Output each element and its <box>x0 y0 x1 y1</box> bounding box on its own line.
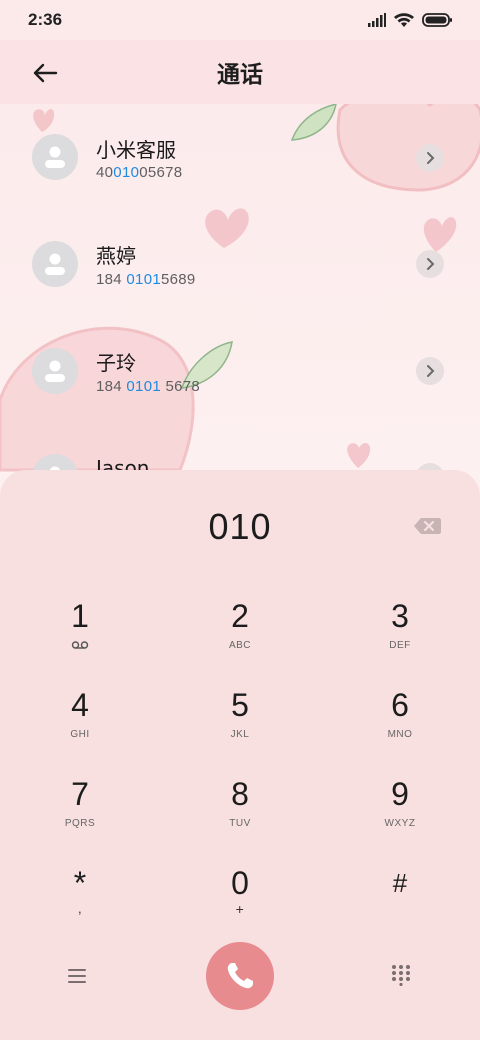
key-letters: , <box>77 901 83 916</box>
avatar <box>32 134 78 180</box>
key-letters: TUV <box>229 818 251 829</box>
avatar <box>32 241 78 287</box>
key-letters: + <box>235 901 245 917</box>
key-digit: # <box>392 868 408 898</box>
contact-row[interactable]: 子玲 184 0101 5678 <box>0 316 480 422</box>
backspace-icon <box>414 518 441 534</box>
battery-icon <box>422 13 452 27</box>
key-digit: 6 <box>391 687 409 723</box>
contact-search-results: 小米客服 4001005678 燕婷 184 01015689 子玲 184 0… <box>0 104 480 470</box>
menu-icon <box>68 969 86 983</box>
avatar <box>32 454 78 470</box>
arrow-left-icon <box>33 63 58 83</box>
key-digit: * <box>73 865 87 901</box>
phone-icon <box>227 963 253 989</box>
menu-button[interactable] <box>66 966 90 986</box>
key-digit: 3 <box>391 598 409 634</box>
contact-detail-button[interactable] <box>416 463 444 470</box>
status-bar: 2:36 <box>0 0 480 40</box>
back-button[interactable] <box>28 56 62 90</box>
contact-row[interactable]: 小米客服 4001005678 <box>0 104 480 210</box>
key-7[interactable]: 7 PQRS <box>20 776 140 856</box>
voicemail-icon <box>71 641 89 649</box>
contact-detail-button[interactable] <box>416 250 444 278</box>
call-button[interactable] <box>206 942 274 1010</box>
contact-number: 184 01015689 <box>96 271 196 288</box>
key-0[interactable]: 0 + <box>180 865 300 945</box>
key-4[interactable]: 4 GHI <box>20 687 140 767</box>
contact-row[interactable]: 燕婷 184 01015689 <box>0 210 480 316</box>
contact-name: 燕婷 <box>96 244 136 268</box>
signal-icon <box>368 13 386 27</box>
person-icon <box>45 360 65 382</box>
key-letters: ABC <box>228 640 252 651</box>
chevron-right-icon <box>427 365 435 377</box>
contact-detail-button[interactable] <box>416 357 444 385</box>
contact-name: 小米客服 <box>96 138 176 162</box>
key-star[interactable]: * , <box>20 865 140 945</box>
contact-number: 4001005678 <box>96 164 183 181</box>
key-8[interactable]: 8 TUV <box>180 776 300 856</box>
key-letters <box>71 640 89 652</box>
status-icons <box>368 12 452 28</box>
chevron-right-icon <box>427 152 435 164</box>
key-digit: 5 <box>231 687 249 723</box>
key-letters: MNO <box>387 729 413 740</box>
key-letters: DEF <box>389 640 411 651</box>
person-icon <box>45 146 65 168</box>
app-header: 通话 <box>0 40 480 104</box>
contact-row[interactable]: Jason <box>0 422 480 470</box>
keypad-icon <box>392 965 410 987</box>
key-digit: 1 <box>71 598 89 634</box>
key-hash[interactable]: # <box>340 865 460 945</box>
key-3[interactable]: 3 DEF <box>340 598 460 678</box>
contact-name: Jason <box>96 456 150 470</box>
key-6[interactable]: 6 MNO <box>340 687 460 767</box>
backspace-button[interactable] <box>412 515 442 537</box>
key-letters: GHI <box>70 729 90 740</box>
key-digit: 8 <box>231 776 249 812</box>
key-letters: WXYZ <box>384 818 416 829</box>
key-digit: 2 <box>231 598 249 634</box>
key-digit: 7 <box>71 776 89 812</box>
page-title: 通话 <box>217 62 263 88</box>
dialer-bottom-bar <box>0 942 480 1012</box>
person-icon <box>45 253 65 275</box>
avatar <box>32 348 78 394</box>
contact-number: 184 0101 5678 <box>96 378 201 395</box>
contact-detail-button[interactable] <box>416 144 444 172</box>
key-digit: 9 <box>391 776 409 812</box>
wifi-icon <box>394 12 414 27</box>
status-time: 2:36 <box>28 10 63 29</box>
keypad-toggle-button[interactable] <box>391 964 411 987</box>
key-2[interactable]: 2 ABC <box>180 598 300 678</box>
key-digit: 4 <box>71 687 89 723</box>
key-5[interactable]: 5 JKL <box>180 687 300 767</box>
chevron-right-icon <box>427 258 435 270</box>
key-digit: 0 <box>231 865 249 901</box>
key-1[interactable]: 1 <box>20 598 140 678</box>
key-9[interactable]: 9 WXYZ <box>340 776 460 856</box>
key-letters: JKL <box>230 729 250 740</box>
dialpad-panel: 010 1 2 ABC 3 DEF 4 GHI 5 JKL 6 MNO 7 PQ… <box>0 470 480 1040</box>
key-letters: PQRS <box>64 818 96 829</box>
contact-name: 子玲 <box>96 351 136 375</box>
dialed-number: 010 <box>208 506 272 547</box>
